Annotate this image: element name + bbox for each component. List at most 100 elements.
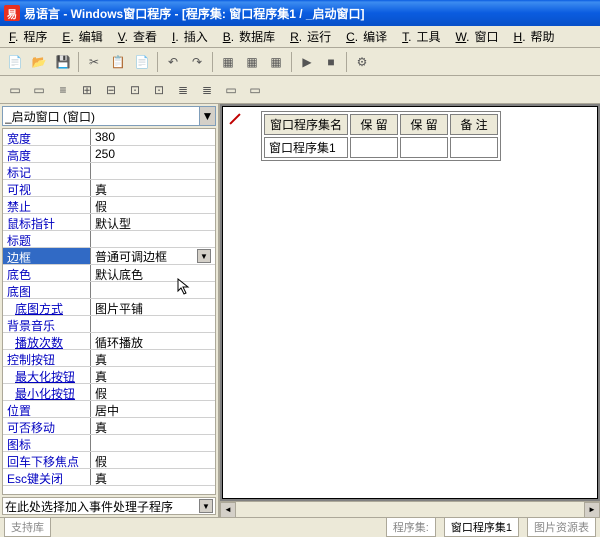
status-tab-2[interactable]: 窗口程序集1	[444, 517, 519, 537]
property-value[interactable]: 默认型	[91, 214, 215, 230]
property-row[interactable]: 背景音乐	[3, 316, 215, 333]
dtool-5[interactable]: ⊟	[100, 79, 122, 101]
property-value[interactable]: 假	[91, 384, 215, 400]
property-value[interactable]: 默认底色	[91, 265, 215, 281]
property-value[interactable]	[91, 435, 215, 451]
menu-program[interactable]: F.程序	[4, 26, 57, 47]
property-value[interactable]: 真	[91, 350, 215, 366]
tool-button-4[interactable]: ⚙	[351, 51, 373, 73]
col-header[interactable]: 保 留	[350, 114, 398, 135]
run-button[interactable]: ▶	[296, 51, 318, 73]
col-header[interactable]: 备 注	[450, 114, 498, 135]
property-value[interactable]: 假	[91, 197, 215, 213]
paste-button[interactable]: 📄	[131, 51, 153, 73]
property-row[interactable]: 位置居中	[3, 401, 215, 418]
data-table[interactable]: 窗口程序集名 保 留 保 留 备 注 窗口程序集1	[261, 111, 501, 161]
property-value[interactable]: 250	[91, 146, 215, 162]
property-row[interactable]: 最小化按钮假	[3, 384, 215, 401]
property-row[interactable]: 标题	[3, 231, 215, 248]
status-tab-3[interactable]: 图片资源表	[527, 517, 596, 537]
property-row[interactable]: 底图方式图片平铺	[3, 299, 215, 316]
property-row[interactable]: 高度250	[3, 146, 215, 163]
property-value[interactable]: 居中	[91, 401, 215, 417]
status-tab-1[interactable]: 程序集:	[386, 517, 436, 537]
property-row[interactable]: 底图	[3, 282, 215, 299]
property-value[interactable]: 假	[91, 452, 215, 468]
property-value[interactable]: 真	[91, 418, 215, 434]
dropdown-icon[interactable]: ▼	[199, 499, 213, 513]
menu-database[interactable]: B.数据库	[218, 26, 285, 47]
property-row[interactable]: 控制按钮真	[3, 350, 215, 367]
dropdown-icon[interactable]: ▼	[200, 106, 216, 126]
property-row[interactable]: 底色默认底色	[3, 265, 215, 282]
event-selector[interactable]: 在此处选择加入事件处理子程序 ▼	[2, 497, 216, 515]
property-value[interactable]: 真	[91, 469, 215, 485]
object-selector-input[interactable]	[2, 106, 200, 126]
table-cell[interactable]: 窗口程序集1	[264, 137, 348, 158]
property-row[interactable]: 回车下移焦点假	[3, 452, 215, 469]
property-row[interactable]: 禁止假	[3, 197, 215, 214]
dtool-9[interactable]: ≣	[196, 79, 218, 101]
tool-button-3[interactable]: ▦	[265, 51, 287, 73]
property-value[interactable]	[91, 163, 215, 179]
property-value[interactable]: 真	[91, 367, 215, 383]
table-cell[interactable]	[400, 137, 448, 158]
menu-edit[interactable]: E.编辑	[57, 26, 112, 47]
dtool-1[interactable]: ▭	[4, 79, 26, 101]
property-value[interactable]	[91, 282, 215, 298]
property-grid[interactable]: 宽度380高度250标记可视真禁止假鼠标指针默认型标题边框普通可调边框▼底色默认…	[2, 128, 216, 495]
dropdown-icon[interactable]: ▼	[197, 249, 211, 263]
menu-insert[interactable]: I.插入	[167, 26, 218, 47]
property-row[interactable]: 可视真	[3, 180, 215, 197]
menu-compile[interactable]: C.编译	[341, 26, 397, 47]
menu-view[interactable]: V.查看	[113, 26, 167, 47]
dtool-8[interactable]: ≣	[172, 79, 194, 101]
menu-window[interactable]: W.窗口	[451, 26, 509, 47]
dtool-6[interactable]: ⊡	[124, 79, 146, 101]
property-row[interactable]: 宽度380	[3, 129, 215, 146]
dtool-4[interactable]: ⊞	[76, 79, 98, 101]
cut-button[interactable]: ✂	[83, 51, 105, 73]
property-value[interactable]: 循环播放	[91, 333, 215, 349]
property-value[interactable]: 普通可调边框▼	[91, 248, 215, 264]
dtool-11[interactable]: ▭	[244, 79, 266, 101]
property-value[interactable]	[91, 231, 215, 247]
scroll-left-icon[interactable]: ◄	[220, 502, 236, 518]
property-row[interactable]: 图标	[3, 435, 215, 452]
save-button[interactable]: 💾	[52, 51, 74, 73]
dtool-7[interactable]: ⊡	[148, 79, 170, 101]
property-value[interactable]	[91, 316, 215, 332]
col-header[interactable]: 保 留	[400, 114, 448, 135]
property-row[interactable]: 播放次数循环播放	[3, 333, 215, 350]
property-row[interactable]: 最大化按钮真	[3, 367, 215, 384]
property-value[interactable]: 380	[91, 129, 215, 145]
scroll-right-icon[interactable]: ►	[584, 502, 600, 518]
copy-button[interactable]: 📋	[107, 51, 129, 73]
col-header[interactable]: 窗口程序集名	[264, 114, 348, 135]
object-selector[interactable]: ▼	[2, 106, 216, 126]
table-cell[interactable]	[350, 137, 398, 158]
stop-button[interactable]: ■	[320, 51, 342, 73]
menu-tools[interactable]: T.工具	[397, 26, 450, 47]
tool-button-1[interactable]: ▦	[217, 51, 239, 73]
property-row[interactable]: 可否移动真	[3, 418, 215, 435]
status-tab-left[interactable]: 支持库	[4, 517, 51, 537]
property-row[interactable]: 标记	[3, 163, 215, 180]
dtool-10[interactable]: ▭	[220, 79, 242, 101]
property-value[interactable]: 图片平铺	[91, 299, 215, 315]
tool-button-2[interactable]: ▦	[241, 51, 263, 73]
dtool-2[interactable]: ▭	[28, 79, 50, 101]
property-value[interactable]: 真	[91, 180, 215, 196]
menu-run[interactable]: R.运行	[285, 26, 341, 47]
menu-help[interactable]: H.帮助	[509, 26, 565, 47]
property-row[interactable]: 鼠标指针默认型	[3, 214, 215, 231]
open-button[interactable]: 📂	[28, 51, 50, 73]
design-canvas[interactable]: 窗口程序集名 保 留 保 留 备 注 窗口程序集1	[222, 106, 598, 499]
property-row[interactable]: Esc键关闭真	[3, 469, 215, 486]
table-cell[interactable]	[450, 137, 498, 158]
redo-button[interactable]: ↷	[186, 51, 208, 73]
undo-button[interactable]: ↶	[162, 51, 184, 73]
new-button[interactable]: 📄	[4, 51, 26, 73]
property-row[interactable]: 边框普通可调边框▼	[3, 248, 215, 265]
dtool-3[interactable]: ≡	[52, 79, 74, 101]
